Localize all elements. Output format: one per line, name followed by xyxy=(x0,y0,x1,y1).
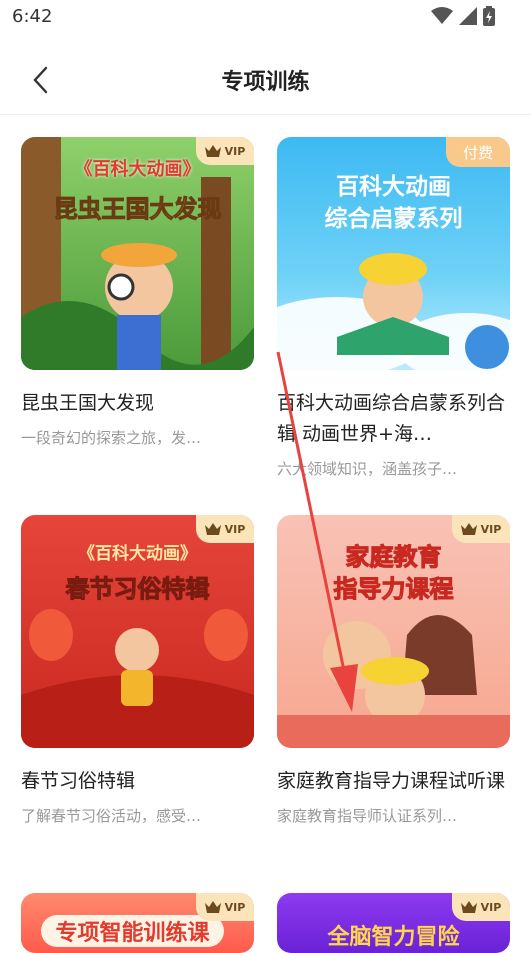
thumbnail-title: 综合启蒙系列 xyxy=(324,206,463,232)
crown-icon xyxy=(460,523,477,535)
vip-badge: VIP xyxy=(196,515,254,543)
vip-badge: VIP xyxy=(196,137,254,165)
course-thumbnail[interactable]: 专项智能训练课 VIP xyxy=(21,893,254,953)
vip-badge: VIP xyxy=(196,893,254,921)
course-title[interactable]: 昆虫王国大发现 xyxy=(21,388,254,419)
course-description: 家庭教育指导师认证系列… xyxy=(277,807,458,825)
course-thumbnail[interactable]: 家庭教育 指导力课程 VIP xyxy=(277,515,510,748)
course-card-encyclopedia-series[interactable]: 百科大动画 综合启蒙系列 付费 百科大动画综合启蒙系列合辑 动画世界+海… 六大… xyxy=(277,137,510,479)
vip-mark: VIP xyxy=(480,900,502,914)
thumbnail-title: 指导力课程 xyxy=(333,575,454,604)
page-title: 专项训练 xyxy=(221,70,310,95)
thumbnail-title: 昆虫王国大发现 xyxy=(53,195,222,224)
course-title[interactable]: 春节习俗特辑 xyxy=(21,766,254,797)
course-thumbnail[interactable]: 全脑智力冒险 VIP xyxy=(277,893,510,953)
course-title[interactable]: 百科大动画综合启蒙系列合辑 动画世界+海… xyxy=(277,388,510,450)
vip-badge: VIP xyxy=(452,515,510,543)
status-icons xyxy=(431,6,495,26)
crown-icon xyxy=(204,523,221,535)
course-card-special-training[interactable]: 专项智能训练课 VIP xyxy=(21,893,254,953)
course-description: 了解春节习俗活动，感受… xyxy=(21,807,202,825)
crown-icon xyxy=(204,145,221,157)
battery-icon xyxy=(483,6,495,26)
vip-mark: VIP xyxy=(224,522,246,536)
course-thumbnail[interactable]: 百科大动画 综合启蒙系列 付费 xyxy=(277,137,510,370)
course-thumbnail[interactable]: 《百科大动画》 昆虫王国大发现 VIP xyxy=(21,137,254,370)
course-card-insect-kingdom[interactable]: 《百科大动画》 昆虫王国大发现 VIP 昆虫王国大发现 一段奇幻的探索之旅，发… xyxy=(21,137,254,448)
status-bar: 6:42 xyxy=(0,0,531,34)
vip-mark: VIP xyxy=(224,900,246,914)
course-card-family-education[interactable]: 家庭教育 指导力课程 VIP 家庭教育指导力课程试听课 家庭教育指导师认证系列… xyxy=(277,515,510,826)
crown-icon xyxy=(204,901,221,913)
crown-icon xyxy=(460,901,477,913)
course-thumbnail[interactable]: 《百科大动画》 春节习俗特辑 VIP xyxy=(21,515,254,748)
thumbnail-title: 全脑智力冒险 xyxy=(327,925,460,950)
course-description: 一段奇幻的探索之旅，发… xyxy=(21,429,202,447)
status-time: 6:42 xyxy=(12,6,53,27)
vip-mark: VIP xyxy=(224,144,246,158)
vip-badge: VIP xyxy=(452,893,510,921)
wifi-icon xyxy=(431,7,453,24)
nav-bar: 专项训练 xyxy=(0,46,531,115)
course-title[interactable]: 家庭教育指导力课程试听课 xyxy=(277,766,510,797)
course-description: 六大领域知识，涵盖孩子… xyxy=(277,460,458,478)
thumbnail-series: 百科大动画 xyxy=(336,174,451,200)
course-card-spring-festival[interactable]: 《百科大动画》 春节习俗特辑 VIP 春节习俗特辑 了解春节习俗活动，感受… xyxy=(21,515,254,826)
thumbnail-title: 专项智能训练课 xyxy=(41,915,224,947)
paid-badge: 付费 xyxy=(446,137,510,167)
signal-icon xyxy=(459,7,477,25)
course-card-brain-adventure[interactable]: 全脑智力冒险 VIP xyxy=(277,893,510,953)
vip-mark: VIP xyxy=(480,522,502,536)
thumbnail-title: 春节习俗特辑 xyxy=(65,575,210,604)
